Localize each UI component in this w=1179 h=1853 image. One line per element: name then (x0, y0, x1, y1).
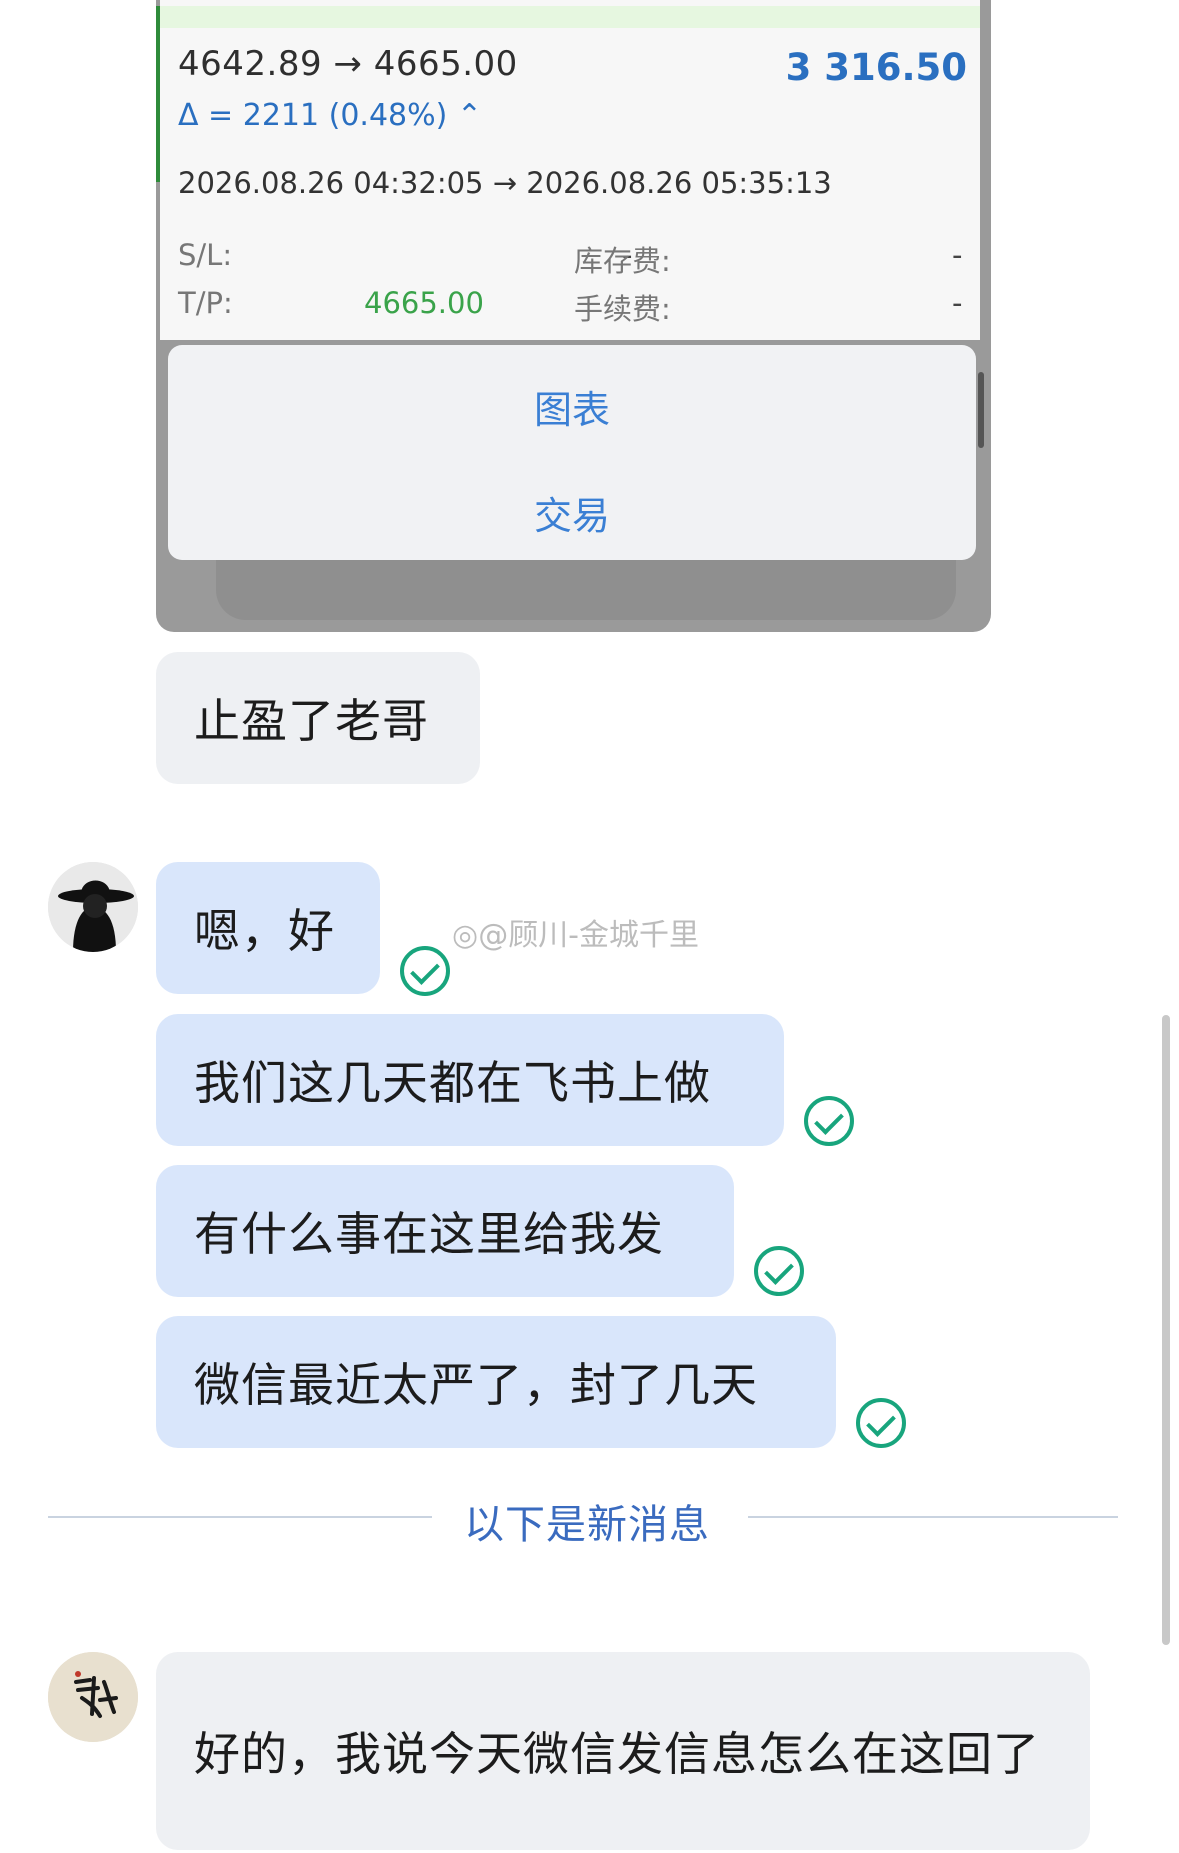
swap-label: 库存费: (574, 244, 671, 278)
context-menu: 图表 交易 (168, 345, 976, 560)
hat-figure-avatar-icon (48, 862, 138, 952)
swap-value: - (952, 238, 963, 272)
divider-line-right (748, 1516, 1118, 1518)
avatar[interactable] (48, 1652, 138, 1742)
menu-item-trade[interactable]: 交易 (168, 485, 976, 540)
trade-time-range: 2026.08.26 04:32:05 → 2026.08.26 05:35:1… (178, 166, 832, 200)
menu-item-chart[interactable]: 图表 (168, 379, 976, 434)
new-messages-divider: 以下是新消息 (464, 1502, 710, 1548)
message-bubble[interactable]: 微信最近太严了，封了几天 (156, 1316, 836, 1448)
price-route: 4642.89 → 4665.00 (178, 44, 518, 84)
shared-trade-screenshot[interactable]: 4642.89 → 4665.00 3 316.50 Δ = 2211 (0.4… (156, 0, 991, 632)
read-check-icon (804, 1096, 854, 1146)
message-text: 止盈了老哥 (194, 694, 429, 748)
divider-line-left (48, 1516, 432, 1518)
message-bubble[interactable]: 嗯，好 (156, 862, 380, 994)
read-check-icon (754, 1246, 804, 1296)
blurred-bottom-nav (216, 560, 956, 620)
trade-delta: Δ = 2211 (0.48%) ⌃ (178, 98, 482, 133)
avatar[interactable] (48, 862, 138, 952)
message-text: 有什么事在这里给我发 (194, 1207, 664, 1261)
message-bubble[interactable]: 我们这几天都在飞书上做 (156, 1014, 784, 1146)
calligraphy-avatar-icon (48, 1652, 138, 1742)
tp-label: T/P: (178, 286, 233, 320)
fee-value: - (952, 286, 963, 320)
watermark: ◎@顾川-金城千里 (452, 918, 700, 953)
sl-label: S/L: (178, 238, 233, 272)
read-check-icon (856, 1398, 906, 1448)
trade-row-highlight (160, 6, 980, 28)
message-text: 好的，我说今天微信发信息怎么在这回了 (194, 1727, 1040, 1781)
trade-row-edge (156, 6, 160, 182)
popup-scroll-indicator (978, 372, 984, 448)
weibo-icon: ◎ (452, 918, 479, 953)
message-text: 微信最近太严了，封了几天 (194, 1358, 758, 1412)
message-bubble[interactable]: 好的，我说今天微信发信息怎么在这回了 (156, 1652, 1090, 1850)
message-bubble[interactable]: 止盈了老哥 (156, 652, 480, 784)
tp-value: 4665.00 (364, 286, 484, 320)
message-text: 我们这几天都在飞书上做 (194, 1056, 711, 1110)
message-bubble[interactable]: 有什么事在这里给我发 (156, 1165, 734, 1297)
chat-scrollbar[interactable] (1162, 1015, 1170, 1645)
read-check-icon (400, 946, 450, 996)
fee-label: 手续费: (574, 292, 671, 326)
trade-profit: 3 316.50 (785, 46, 967, 89)
message-text: 嗯，好 (194, 904, 335, 958)
